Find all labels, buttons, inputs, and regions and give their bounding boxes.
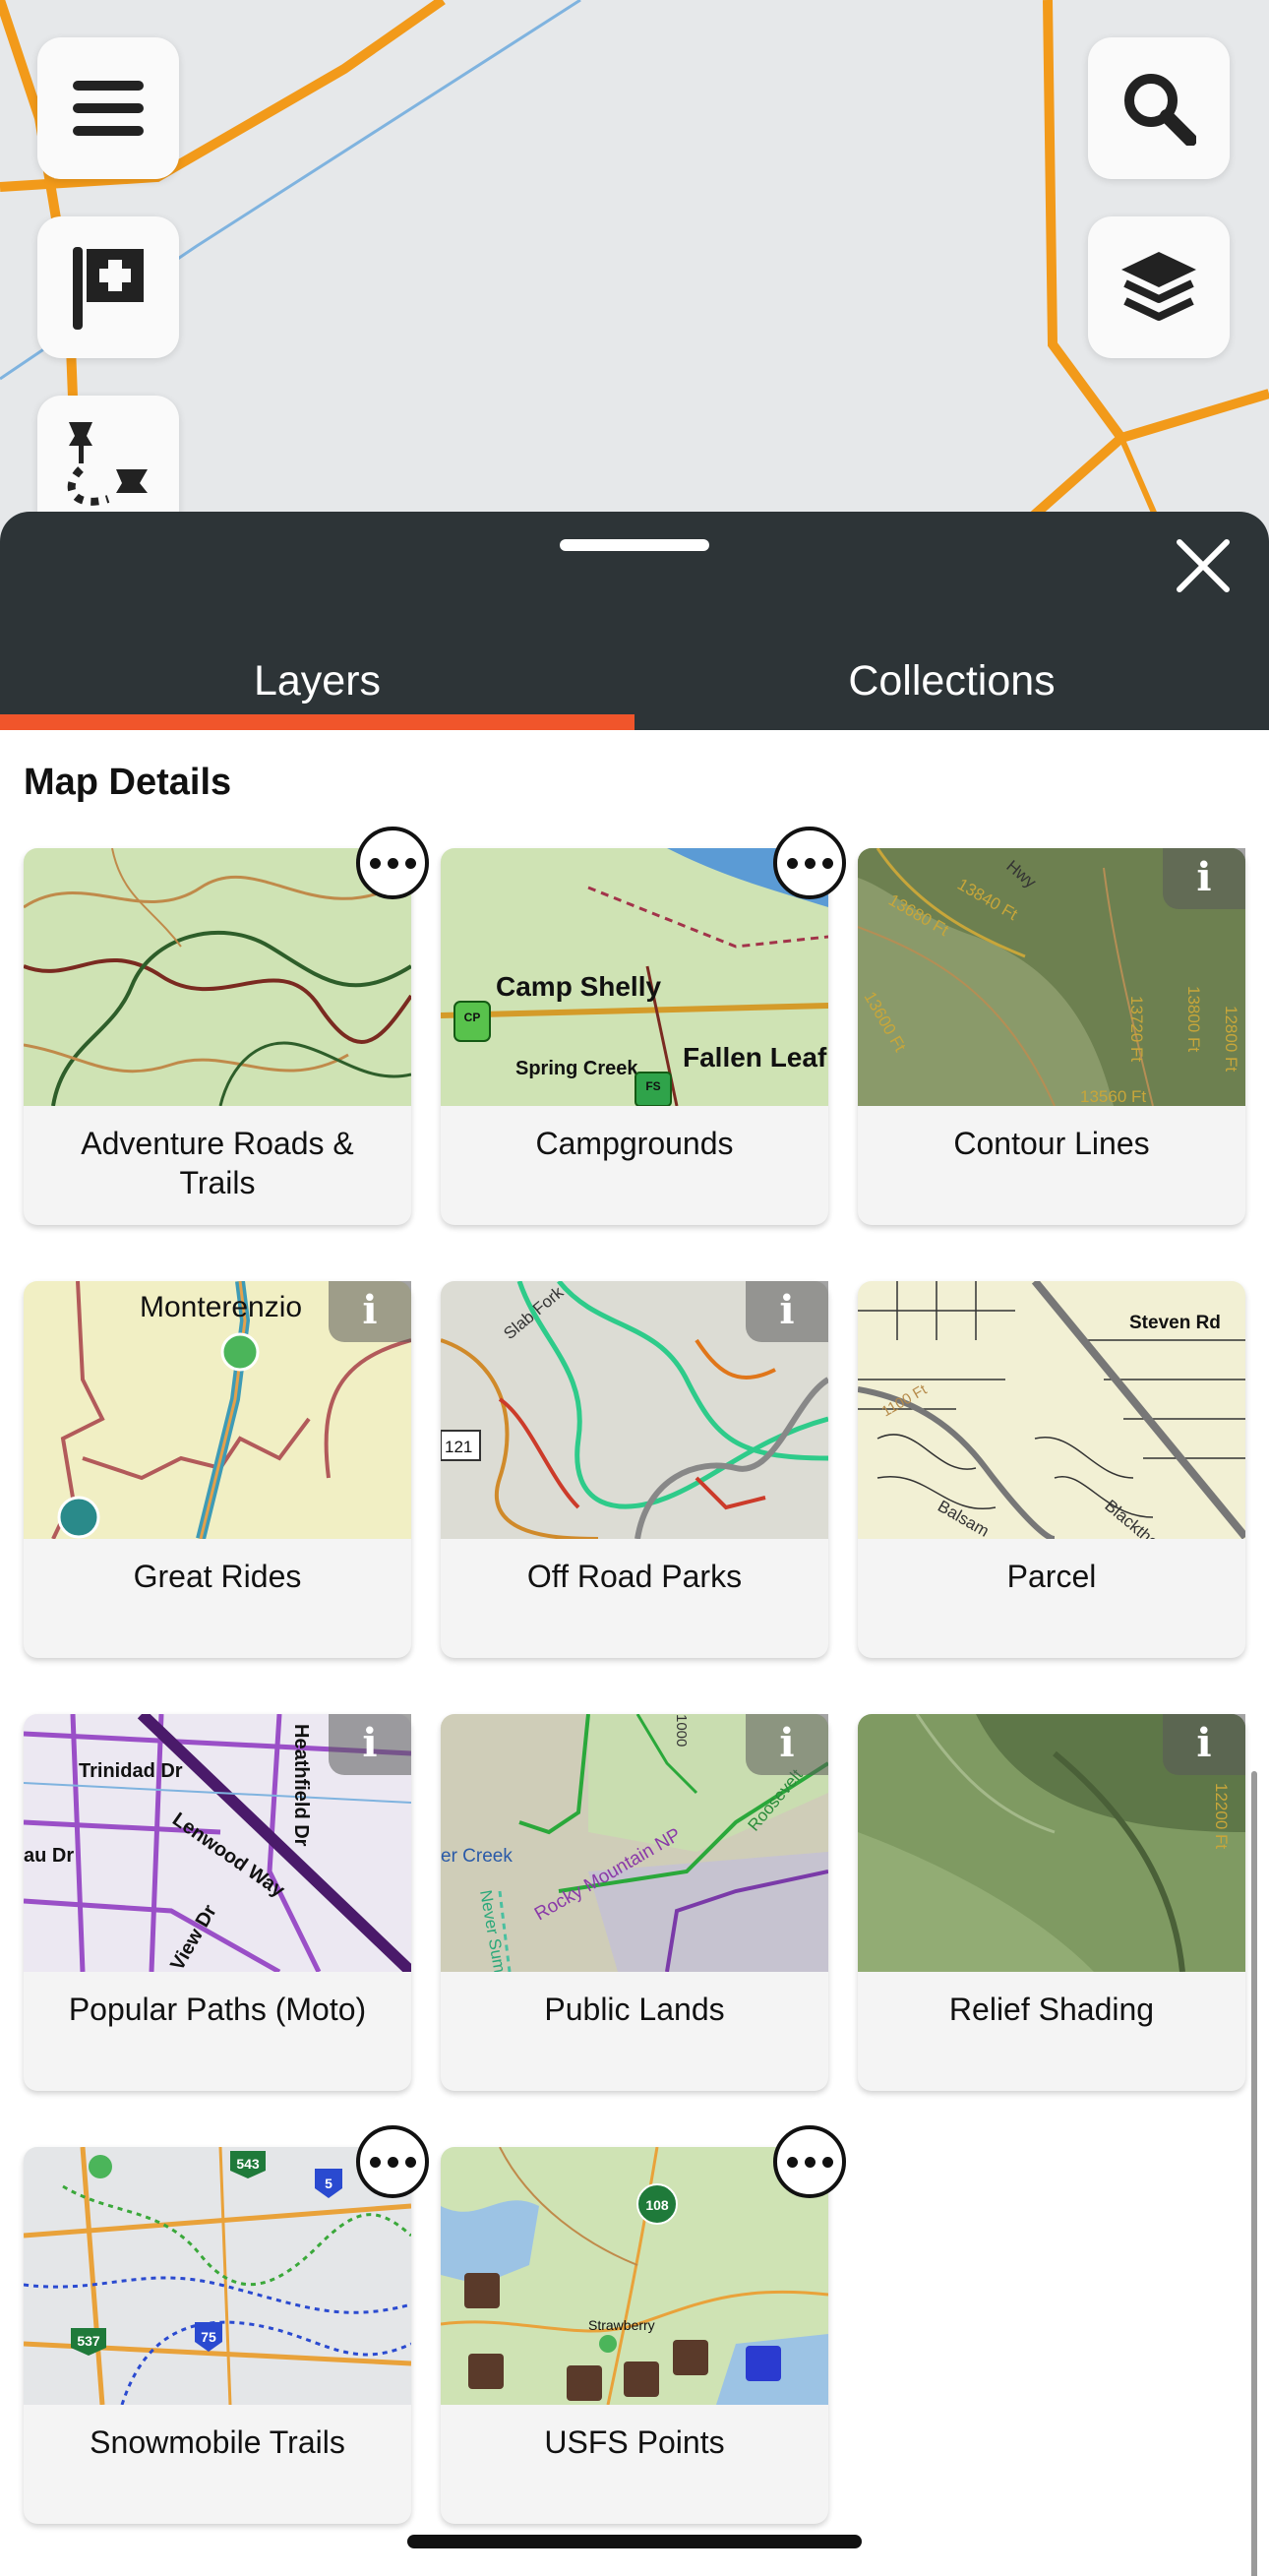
map-text: 13720 Ft xyxy=(1127,996,1146,1062)
map-text: 13800 Ft xyxy=(1184,986,1203,1052)
search-icon xyxy=(1124,74,1196,146)
map-text: 543 xyxy=(236,2156,260,2172)
layer-card-usfs-points[interactable]: 108 Strawberry USFS Points xyxy=(441,2125,846,2524)
layer-label: Adventure Roads & Trails xyxy=(81,1126,354,1200)
flag-plus-icon xyxy=(73,247,144,330)
layer-label: USFS Points xyxy=(544,2424,725,2460)
map-text: Camp Shelly xyxy=(496,971,661,1002)
layer-thumbnail xyxy=(24,848,411,1106)
scrollbar[interactable] xyxy=(1251,1771,1257,2576)
info-button[interactable]: i xyxy=(746,1714,828,1775)
tab-layers-label: Layers xyxy=(253,657,382,705)
layer-label: Great Rides xyxy=(133,1559,302,1594)
close-button[interactable] xyxy=(1169,531,1238,600)
layer-card-contour-lines[interactable]: 13680 Ft 13840 Ft 13600 Ft 13720 Ft 1380… xyxy=(858,848,1245,1225)
more-dot xyxy=(369,857,381,869)
sheet-header: Layers Collections xyxy=(0,512,1269,730)
more-dot xyxy=(786,2156,798,2168)
map-text: er Creek xyxy=(441,1846,513,1867)
info-button[interactable]: i xyxy=(746,1281,828,1342)
more-options-button[interactable] xyxy=(773,2125,846,2198)
more-dot xyxy=(804,2156,816,2168)
close-icon xyxy=(1177,539,1230,592)
section-title: Map Details xyxy=(24,762,232,803)
map-text: Spring Creek xyxy=(515,1058,638,1079)
more-dot xyxy=(821,2156,833,2168)
more-dot xyxy=(404,2156,416,2168)
layer-card-parcel[interactable]: Steven Rd 1100 Ft Balsam Blackthorn Parc… xyxy=(858,1281,1245,1658)
map-text: Steven Rd xyxy=(1129,1313,1221,1333)
more-dot xyxy=(369,2156,381,2168)
more-options-button[interactable] xyxy=(356,2125,429,2198)
layer-card-public-lands[interactable]: er Creek Rocky Mountain NP Roosevelt Nev… xyxy=(441,1714,828,2091)
map-text: FS xyxy=(645,1079,660,1093)
map-text: 13560 Ft xyxy=(1080,1087,1146,1106)
layer-label: Contour Lines xyxy=(953,1126,1150,1161)
info-button[interactable]: i xyxy=(329,1281,411,1342)
more-dot xyxy=(387,857,398,869)
layer-label: Snowmobile Trails xyxy=(90,2424,345,2460)
map-text: 12200 Ft xyxy=(1212,1783,1231,1849)
map-text: Fallen Leaf xyxy=(683,1042,827,1073)
add-waypoint-button[interactable] xyxy=(37,216,179,358)
layer-card-campgrounds[interactable]: Camp Shelly Spring Creek Fallen Leaf CP … xyxy=(441,827,846,1225)
hamburger-menu-icon xyxy=(73,81,144,136)
map-text: 5 xyxy=(325,2176,332,2191)
map-text: 108 xyxy=(645,2197,669,2213)
layer-card-adventure-roads[interactable]: Adventure Roads & Trails xyxy=(24,827,429,1225)
layer-thumbnail: 543 5 537 75 xyxy=(24,2147,411,2405)
map-text: CP xyxy=(464,1011,481,1024)
layer-thumbnail: Steven Rd 1100 Ft Balsam Blackthorn xyxy=(858,1281,1245,1539)
more-dot xyxy=(404,857,416,869)
layers-sheet: Layers Collections Map Details Adventure… xyxy=(0,512,1269,2576)
map-text: 12800 Ft xyxy=(1222,1006,1240,1072)
map-text: 75 xyxy=(201,2329,216,2345)
more-options-button[interactable] xyxy=(773,827,846,899)
info-button[interactable]: i xyxy=(329,1714,411,1775)
layer-label: Parcel xyxy=(1006,1559,1097,1594)
layer-label: Popular Paths (Moto) xyxy=(68,1992,367,2027)
home-indicator[interactable] xyxy=(407,2535,862,2548)
map-text: Strawberry xyxy=(588,2317,655,2333)
more-dot xyxy=(804,857,816,869)
layer-card-off-road-parks[interactable]: Slab Fork 121 Off Road Parks i xyxy=(441,1281,828,1658)
layer-label: Relief Shading xyxy=(948,1992,1155,2027)
map-view[interactable] xyxy=(0,0,1269,551)
info-button[interactable]: i xyxy=(1163,1714,1245,1775)
search-button[interactable] xyxy=(1088,37,1230,179)
map-text: au Dr xyxy=(24,1845,74,1867)
more-dot xyxy=(821,857,833,869)
map-layers-button[interactable] xyxy=(1088,216,1230,358)
more-dot xyxy=(387,2156,398,2168)
layer-card-popular-paths-moto[interactable]: Trinidad Dr Lenwood Way Heathfield Dr Vi… xyxy=(24,1714,411,2091)
map-text: Monterenzio xyxy=(140,1291,302,1323)
layer-label: Campgrounds xyxy=(535,1126,734,1161)
tab-collections[interactable]: Collections xyxy=(634,622,1269,730)
more-dot xyxy=(786,857,798,869)
sheet-grabber[interactable] xyxy=(560,539,709,551)
map-text: 537 xyxy=(77,2333,100,2349)
layer-card-great-rides[interactable]: Monterenzio Great Rides i xyxy=(24,1281,411,1658)
route-builder-icon xyxy=(67,422,148,506)
layer-label: Off Road Parks xyxy=(526,1559,743,1594)
tab-collections-label: Collections xyxy=(848,657,1056,705)
layer-label: Public Lands xyxy=(544,1992,725,2027)
layer-thumbnail: Camp Shelly Spring Creek Fallen Leaf CP … xyxy=(441,848,828,1106)
more-options-button[interactable] xyxy=(356,827,429,899)
layer-card-snowmobile-trails[interactable]: 543 5 537 75 Snowmobile Trails xyxy=(24,2125,429,2524)
map-text: Heathfield Dr xyxy=(290,1724,312,1847)
map-text: 1000 xyxy=(673,1714,690,1747)
map-text: Trinidad Dr xyxy=(79,1760,183,1782)
layer-thumbnail: 108 Strawberry xyxy=(441,2147,828,2405)
active-tab-indicator xyxy=(0,714,634,730)
layer-card-relief-shading[interactable]: 12200 Ft Relief Shading i xyxy=(858,1714,1245,2091)
map-roads xyxy=(0,0,1269,551)
map-text: 121 xyxy=(445,1438,472,1456)
info-button[interactable]: i xyxy=(1163,848,1245,909)
layers-icon xyxy=(1121,252,1196,321)
menu-button[interactable] xyxy=(37,37,179,179)
